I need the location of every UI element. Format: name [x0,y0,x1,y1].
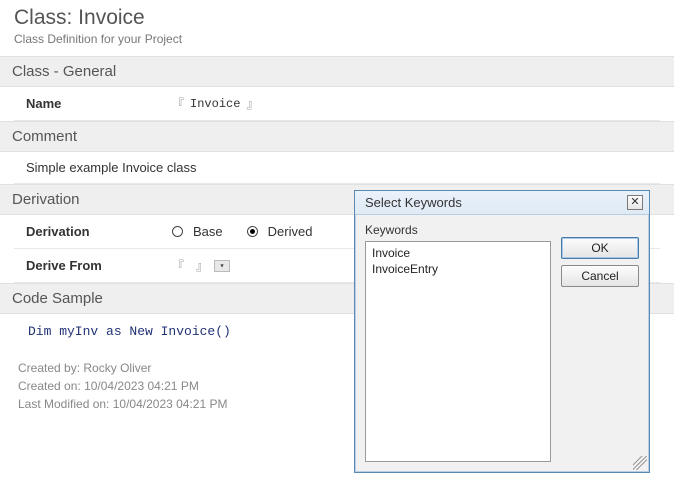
section-comment-header: Comment [0,121,674,152]
derive-from-label: Derive From [14,258,172,273]
page-title: Class: Invoice [0,0,674,32]
cancel-button[interactable]: Cancel [561,265,639,287]
close-icon: ✕ [630,197,639,208]
radio-base-label[interactable]: Base [193,224,223,239]
derivation-radios: Base Derived [172,224,330,239]
created-on-value: 10/04/2023 04:21 PM [84,379,199,393]
created-by-label: Created by: [18,361,80,375]
comment-value[interactable]: Simple example Invoice class [14,152,660,184]
bracket-open-icon: 『 [172,95,184,112]
created-on-label: Created on: [18,379,81,393]
dialog-body: Keywords Invoice InvoiceEntry OK Cancel [355,215,649,472]
row-name: Name 『 Invoice 』 [14,87,660,121]
name-value[interactable]: 『 Invoice 』 [172,95,258,112]
section-general-header: Class - General [0,56,674,87]
name-text: Invoice [190,97,240,111]
keywords-listbox[interactable]: Invoice InvoiceEntry [365,241,551,462]
close-button[interactable]: ✕ [627,195,643,210]
radio-derived-label[interactable]: Derived [268,224,313,239]
last-modified-label: Last Modified on: [18,397,109,411]
dialog-titlebar[interactable]: Select Keywords ✕ [355,191,649,215]
name-label: Name [14,96,172,111]
keywords-label: Keywords [365,223,551,237]
page-subtitle: Class Definition for your Project [0,32,674,56]
dialog-right: OK Cancel [561,223,639,462]
bracket-close-icon: 』 [246,95,258,112]
radio-base[interactable] [172,226,183,237]
list-item[interactable]: InvoiceEntry [372,262,544,278]
dialog-left: Keywords Invoice InvoiceEntry [365,223,551,462]
last-modified-value: 10/04/2023 04:21 PM [113,397,228,411]
select-keywords-dialog: Select Keywords ✕ Keywords Invoice Invoi… [354,190,650,473]
derivation-label: Derivation [14,224,172,239]
created-by-value: Rocky Oliver [83,361,151,375]
dialog-title-text: Select Keywords [365,195,462,210]
bracket-open-icon: 『 [172,257,184,274]
radio-derived[interactable] [247,226,258,237]
bracket-close-icon: 』 [196,257,208,274]
resize-grip-icon[interactable] [633,456,647,470]
derive-from-dropdown[interactable]: ▾ [214,260,230,272]
list-item[interactable]: Invoice [372,246,544,262]
ok-button[interactable]: OK [561,237,639,259]
derive-from-value[interactable]: 『』 ▾ [172,257,230,274]
